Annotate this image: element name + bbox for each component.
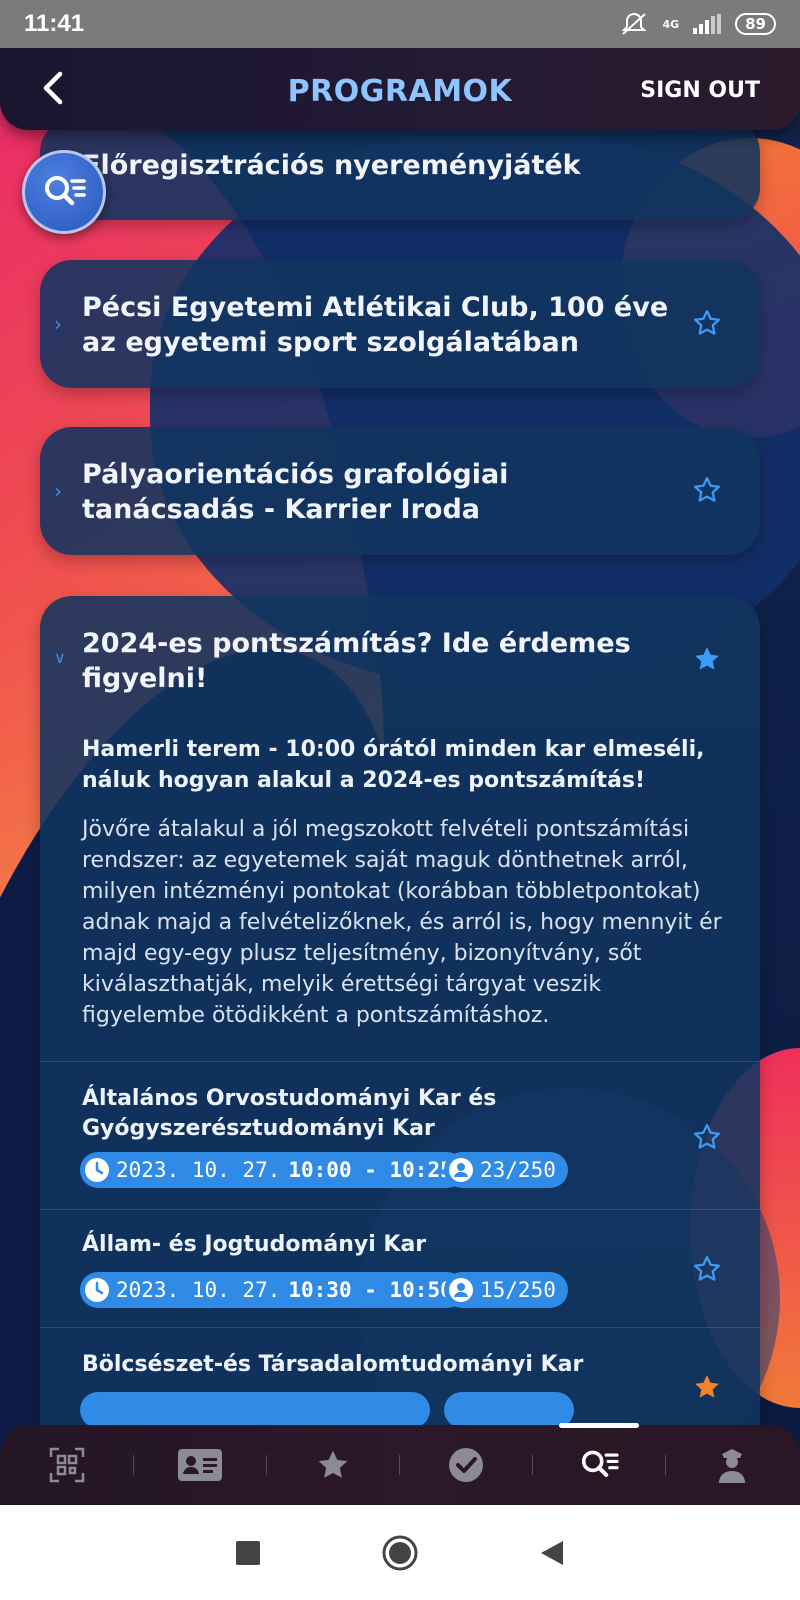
status-bar: 11:41 4G 89 [0,0,800,48]
back-icon[interactable] [539,1539,565,1567]
program-title: Pécsi Egyetemi Atlétikai Club, 100 éve a… [82,292,669,358]
session-time-badge: 2023. 10. 27. 10:00 - 10:25 [80,1152,465,1188]
star-outline-icon[interactable] [692,475,722,505]
id-card-icon [177,1449,222,1481]
sign-out-button[interactable]: SIGN OUT [640,78,760,103]
session-time-badge: 2023. 10. 27. 10:30 - 10:50 [80,1272,465,1308]
program-subtitle: Hamerli terem - 10:00 órától minden kar … [82,737,705,793]
star-filled-icon[interactable] [692,1372,722,1402]
signal-icon [693,14,722,34]
star-outline-icon[interactable] [692,1254,722,1284]
app-header: PROGRAMOK SIGN OUT [0,48,800,130]
session-name: Általános Orvostudományi Kar és Gyógysze… [82,1086,497,1141]
session-capacity: 23/250 [480,1158,556,1182]
nav-officer[interactable] [665,1425,798,1505]
status-time: 11:41 [24,10,85,37]
program-card-expanded[interactable]: ∨ 2024-es pontszámítás? Ide érdemes figy… [40,596,760,1425]
recent-apps-icon[interactable] [235,1540,261,1566]
session-capacity-badge: 23/250 [444,1152,568,1188]
session-name: Bölcsészet-és Társadalomtudományi Kar [82,1352,584,1377]
bottom-navigation [0,1423,800,1505]
program-card[interactable]: Előregisztrációs nyereményjáték [40,130,760,220]
search-filter-button[interactable] [22,150,106,234]
check-circle-icon [448,1448,483,1482]
star-outline-icon[interactable] [692,308,722,338]
program-description: Jövőre átalakul a jól megszokott felvéte… [82,817,722,1028]
program-title: Előregisztrációs nyereményjáték [82,150,581,181]
program-card[interactable]: › Pécsi Egyetemi Atlétikai Club, 100 éve… [40,260,760,388]
star-filled-icon[interactable] [692,644,722,674]
star-outline-icon[interactable] [692,1122,722,1152]
mute-notification-icon [622,12,647,35]
program-title: Pályaorientációs grafológiai tanácsadás … [82,459,509,525]
home-icon[interactable] [381,1534,419,1572]
session-capacity-badge [444,1392,574,1425]
clock-icon [85,1278,109,1302]
chevron-right-icon: › [54,479,62,503]
session-date: 2023. 10. 27. [116,1278,281,1302]
session-item[interactable]: Általános Orvostudományi Kar és Gyógysze… [40,1061,760,1209]
nav-id-card[interactable] [133,1425,266,1505]
system-navigation-bar [0,1505,800,1600]
officer-icon [718,1449,745,1483]
nav-programs[interactable] [532,1423,665,1505]
program-title: 2024-es pontszámítás? Ide érdemes figyel… [82,628,631,694]
session-item[interactable]: Állam- és Jogtudományi Kar 2023. 10. 27.… [40,1209,760,1327]
program-card[interactable]: › Pályaorientációs grafológiai tanácsadá… [40,427,760,555]
nav-completed[interactable] [399,1425,532,1505]
person-icon [449,1278,473,1302]
session-item[interactable]: Bölcsészet-és Társadalomtudományi Kar [40,1327,760,1425]
session-time: 10:30 - 10:50 [288,1278,453,1302]
search-list-icon [581,1450,619,1477]
person-icon [449,1158,473,1182]
session-date: 2023. 10. 27. [116,1158,281,1182]
program-list: Előregisztrációs nyereményjáték › Pécsi … [0,130,800,1425]
session-time-badge [80,1392,430,1425]
session-name: Állam- és Jogtudományi Kar [82,1232,427,1257]
chevron-right-icon: › [54,312,62,336]
network-type: 4G [662,17,680,31]
nav-favorites[interactable] [266,1425,399,1505]
battery-indicator: 89 [735,13,776,35]
clock-icon [85,1158,109,1182]
session-capacity-badge: 15/250 [444,1272,568,1308]
chevron-down-icon[interactable]: ∨ [54,648,66,667]
search-list-icon [45,176,86,206]
star-icon [318,1450,347,1478]
qr-scan-icon [49,1447,84,1483]
session-capacity: 15/250 [480,1278,556,1302]
nav-qr-scan[interactable] [0,1425,133,1505]
session-time: 10:00 - 10:25 [288,1158,453,1182]
